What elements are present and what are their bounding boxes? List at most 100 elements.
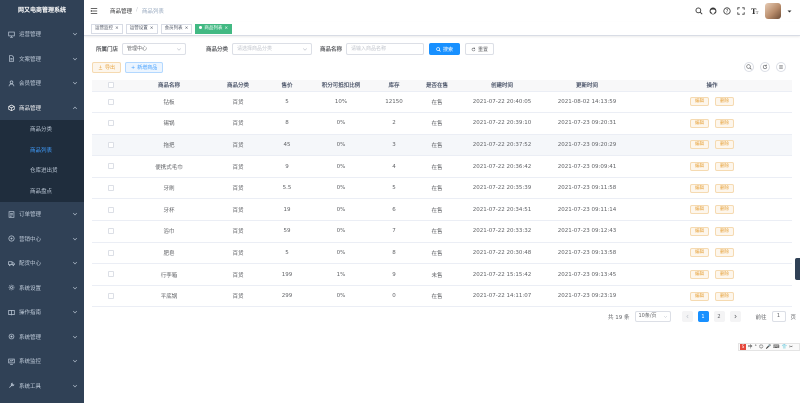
table-row[interactable]: 浴巾 百货 59 0% 7 在售 2021-07-22 20:33:32 2021-07-23…	[92, 220, 792, 243]
delete-button[interactable]: 删除	[715, 183, 734, 193]
row-checkbox[interactable]	[108, 249, 114, 256]
ime-tool-icon[interactable]: 🎤	[765, 345, 771, 350]
delete-button[interactable]: 删除	[715, 248, 734, 258]
edit-button[interactable]: 编辑	[690, 183, 709, 193]
caret-down-icon[interactable]	[787, 9, 792, 14]
close-icon[interactable]: ×	[115, 26, 119, 31]
row-checkbox[interactable]	[108, 98, 114, 105]
add-goods-button[interactable]: + 新增商品	[125, 62, 164, 73]
tag-item[interactable]: 会员列表 ×	[160, 23, 193, 34]
sidebar-item-user[interactable]: 会员管理	[0, 71, 84, 96]
row-checkbox[interactable]	[108, 206, 114, 213]
edit-button[interactable]: 编辑	[690, 162, 709, 172]
columns-button[interactable]	[776, 62, 786, 72]
sidebar-item-truck[interactable]: 配货中心	[0, 251, 84, 276]
export-button[interactable]: 导出	[92, 62, 122, 73]
row-checkbox[interactable]	[108, 271, 114, 278]
tag-item[interactable]: 运营设置 ×	[125, 23, 158, 34]
sidebar-item-system[interactable]: 系统管理	[0, 325, 84, 350]
ime-logo-icon[interactable]: S	[740, 344, 746, 350]
sidebar-item-goods[interactable]: 商品管理	[0, 96, 84, 121]
ime-tool-icon[interactable]: °	[755, 345, 757, 350]
prev-page-button[interactable]	[681, 311, 693, 322]
search-button[interactable]: 搜索	[429, 43, 461, 55]
table-cell: 9	[268, 155, 306, 178]
sidebar-item-marketing[interactable]: 营销中心	[0, 227, 84, 252]
delete-button[interactable]: 删除	[715, 97, 734, 107]
sidebar-item-monitor2[interactable]: 系统监控	[0, 349, 84, 374]
table-row[interactable]: 钻板 百货 5 10% 12150 在售 2021-07-22 20:40:05 2021-0…	[92, 91, 792, 114]
edit-button[interactable]: 编辑	[690, 205, 709, 215]
row-checkbox[interactable]	[108, 141, 114, 148]
avatar[interactable]	[765, 3, 781, 19]
tool-icon	[8, 382, 15, 389]
select-all-checkbox[interactable]	[108, 82, 114, 88]
delete-button[interactable]: 删除	[715, 118, 734, 128]
search-icon[interactable]	[695, 7, 703, 15]
sidebar-item-order[interactable]: 订单管理	[0, 202, 84, 227]
table-row[interactable]: 便携式毛巾 百货 9 0% 4 在售 2021-07-22 20:36:42 2021-07-…	[92, 155, 792, 178]
edit-button[interactable]: 编辑	[690, 291, 709, 301]
submenu-item[interactable]: 商品盘点	[0, 182, 84, 203]
sidebar-item-monitor[interactable]: 运营管理	[0, 22, 84, 47]
font-size-icon[interactable]: TT	[751, 7, 759, 15]
page-size-select[interactable]: 10条/页	[634, 311, 671, 322]
ime-tool-icon[interactable]: ☺	[759, 345, 764, 350]
ime-tool-icon[interactable]: 中	[748, 344, 753, 350]
page-1-button[interactable]: 1	[697, 311, 709, 322]
next-page-button[interactable]	[729, 311, 741, 322]
row-checkbox[interactable]	[108, 163, 114, 170]
store-select[interactable]: 管理中心	[122, 43, 187, 55]
sidebar-item-settings[interactable]: 系统设置	[0, 276, 84, 301]
delete-button[interactable]: 删除	[715, 205, 734, 215]
close-icon[interactable]: ×	[185, 26, 189, 31]
refresh-table-button[interactable]	[760, 62, 770, 72]
delete-button[interactable]: 删除	[715, 226, 734, 236]
table-row[interactable]: 平底锅 百货 299 0% 0 在售 2021-07-22 14:11:07 2021-07-…	[92, 285, 792, 308]
edit-button[interactable]: 编辑	[690, 97, 709, 107]
submenu-item[interactable]: 商品列表	[0, 141, 84, 162]
row-checkbox[interactable]	[108, 292, 114, 299]
close-icon[interactable]: ×	[150, 26, 154, 31]
name-search-input[interactable]: 请输入商品名称	[346, 43, 425, 55]
page-2-button[interactable]: 2	[713, 311, 725, 322]
ime-tool-icon[interactable]: ✂	[789, 345, 793, 350]
goto-page-input[interactable]: 1	[771, 311, 786, 322]
table-row[interactable]: 肥皂 百货 5 0% 8 在售 2021-07-22 20:30:48 2021-07-23 …	[92, 242, 792, 265]
reset-button[interactable]: 重置	[465, 43, 495, 55]
table-row[interactable]: 锡锅 百货 8 0% 2 在售 2021-07-22 20:39:10 2021-07-23 …	[92, 112, 792, 135]
row-checkbox[interactable]	[108, 184, 114, 191]
github-icon[interactable]	[709, 7, 717, 15]
edit-button[interactable]: 编辑	[690, 140, 709, 150]
category-select[interactable]: 请选择商品分类	[232, 43, 313, 55]
ime-tool-icon[interactable]: 👕	[782, 345, 788, 350]
row-checkbox[interactable]	[108, 228, 114, 235]
table-row[interactable]: 牙刷 百货 5.5 0% 5 在售 2021-07-22 20:35:39 2021-07-2…	[92, 177, 792, 200]
breadcrumb-item-goods[interactable]: 商品管理	[110, 7, 132, 15]
tag-item[interactable]: 运营监控 ×	[91, 23, 123, 34]
sidebar-item-guide[interactable]: 操作指南	[0, 300, 84, 325]
delete-button[interactable]: 删除	[715, 270, 734, 280]
edit-button[interactable]: 编辑	[690, 248, 709, 258]
delete-button[interactable]: 删除	[715, 162, 734, 172]
table-row[interactable]: 拖把 百货 45 0% 3 在售 2021-07-22 20:37:52 2021-07-23…	[92, 134, 792, 157]
help-icon[interactable]: ?	[723, 7, 731, 15]
table-row[interactable]: 牙杯 百货 19 0% 6 在售 2021-07-22 20:34:51 2021-07-23…	[92, 198, 792, 222]
toggle-search-button[interactable]	[744, 62, 754, 72]
fullscreen-icon[interactable]	[737, 7, 745, 15]
close-icon[interactable]: ×	[224, 26, 228, 31]
edit-button[interactable]: 编辑	[690, 118, 709, 128]
tag-active[interactable]: 商品列表 ×	[195, 23, 233, 34]
sidebar-item-document[interactable]: 文案管理	[0, 47, 84, 72]
delete-button[interactable]: 删除	[715, 140, 734, 150]
submenu-item[interactable]: 商品分类	[0, 120, 84, 141]
edit-button[interactable]: 编辑	[690, 270, 709, 280]
ime-tool-icon[interactable]: ⌨	[773, 345, 780, 350]
sidebar-item-tool[interactable]: 系统工具	[0, 374, 84, 399]
hamburger-icon[interactable]	[90, 7, 98, 15]
delete-button[interactable]: 删除	[715, 291, 734, 301]
edit-button[interactable]: 编辑	[690, 226, 709, 236]
row-checkbox[interactable]	[108, 120, 114, 127]
table-row[interactable]: 行李箱 百货 199 1% 9 未售 2021-07-22 15:15:42 2021-07-…	[92, 263, 792, 286]
submenu-item[interactable]: 仓库进出货	[0, 161, 84, 182]
